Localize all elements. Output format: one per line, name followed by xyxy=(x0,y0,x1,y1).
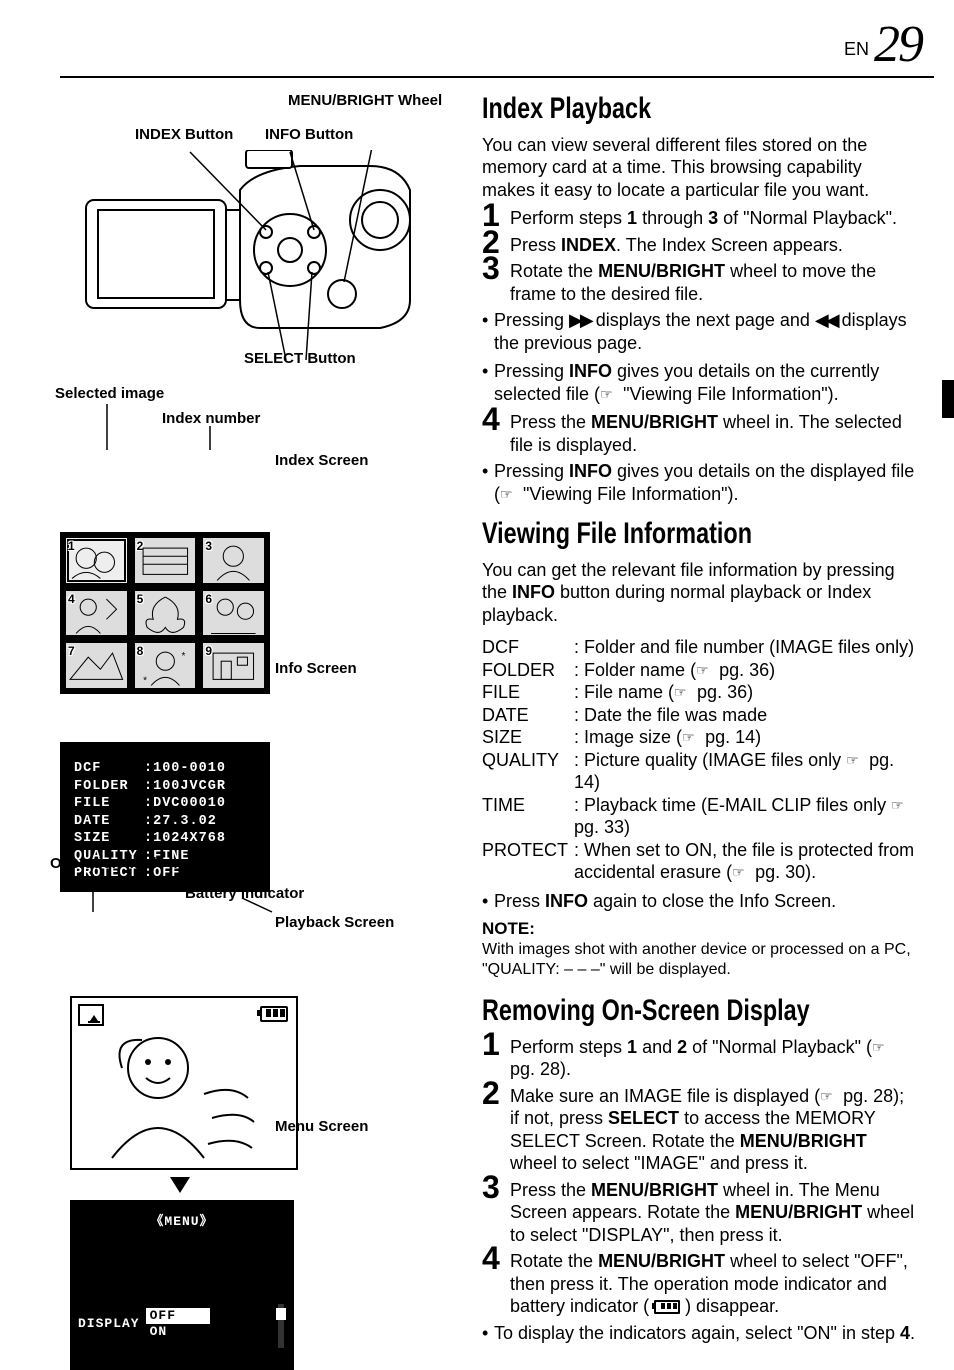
label-menu-bright: MENU/BRIGHT Wheel xyxy=(288,92,442,111)
playback-pointer-lines xyxy=(50,862,330,922)
reference-icon xyxy=(820,1091,838,1103)
rewind-icon: ◀◀ xyxy=(815,310,837,330)
thumbnail-3: 3 xyxy=(201,536,266,585)
reference-icon xyxy=(891,800,909,812)
label-info-button: INFO Button xyxy=(265,126,353,145)
reference-icon xyxy=(872,1042,890,1054)
menu-item-display: DISPLAY xyxy=(78,1316,140,1332)
s2-note: With images shot with another device or … xyxy=(482,940,916,980)
s3-step4: 4 Rotate the MENU/BRIGHT wheel to select… xyxy=(482,1250,916,1318)
reference-icon xyxy=(682,732,700,744)
reference-icon xyxy=(600,389,618,401)
header-rule xyxy=(60,76,934,78)
page-number: EN 29 xyxy=(844,12,922,77)
file-info-definitions: DCFFolder and file number (IMAGE files o… xyxy=(482,636,916,884)
reference-icon xyxy=(696,665,714,677)
s1-step2: 2 Press INDEX. The Index Screen appears. xyxy=(482,234,916,257)
section-tab xyxy=(942,380,954,418)
s1-step1: 1 Perform steps 1 through 3 of "Normal P… xyxy=(482,207,916,230)
thumbnail-4: 4 xyxy=(64,589,129,638)
menu-screen: 《MENU》 DISPLAY OFF ON xyxy=(70,1200,294,1370)
note-heading: NOTE: xyxy=(482,918,916,939)
thumbnail-9: 9 xyxy=(201,641,266,690)
s2-intro: You can get the relevant file informatio… xyxy=(482,559,916,627)
heading-viewing-file-info: Viewing File Information xyxy=(482,515,915,553)
reference-icon xyxy=(500,489,518,501)
menu-scrollbar xyxy=(278,1304,284,1348)
s1-intro: You can view several different files sto… xyxy=(482,134,916,202)
s1-bullet1: Pressing ▶▶ displays the next page and ◀… xyxy=(482,309,916,354)
heading-index-playback: Index Playback xyxy=(482,90,915,128)
playback-screen xyxy=(70,996,298,1170)
reference-icon xyxy=(732,867,750,879)
s3-step2: 2 Make sure an IMAGE file is displayed (… xyxy=(482,1085,916,1175)
camcorder-illustration xyxy=(80,150,420,390)
thumbnail-6: 6 xyxy=(201,589,266,638)
s1-bullet2: Pressing INFO gives you details on the c… xyxy=(482,360,916,405)
s1-step4: 4 Press the MENU/BRIGHT wheel in. The se… xyxy=(482,411,916,456)
heading-removing-osd: Removing On-Screen Display xyxy=(482,992,915,1030)
thumbnail-7: 7 xyxy=(64,641,129,690)
svg-text:*: * xyxy=(143,676,147,687)
thumbnail-5: 5 xyxy=(133,589,198,638)
svg-text:*: * xyxy=(181,652,185,663)
index-pointer-lines xyxy=(50,390,310,540)
playback-image xyxy=(72,998,296,1168)
s1-step3: 3 Rotate the MENU/BRIGHT wheel to move t… xyxy=(482,260,916,305)
s3-step1: 1 Perform steps 1 and 2 of "Normal Playb… xyxy=(482,1036,916,1081)
label-menu-screen: Menu Screen xyxy=(275,1118,368,1137)
label-index-button: INDEX Button xyxy=(135,126,233,145)
fast-forward-icon: ▶▶ xyxy=(569,310,591,330)
s3-bullet1: To display the indicators again, select … xyxy=(482,1322,916,1345)
thumbnail-8: 8 ** xyxy=(133,641,198,690)
s2-close: Press INFO again to close the Info Scree… xyxy=(482,890,916,913)
menu-option-off: OFF xyxy=(146,1308,210,1324)
menu-option-on: ON xyxy=(146,1324,210,1340)
label-info-screen: Info Screen xyxy=(275,660,357,679)
battery-inline-icon xyxy=(654,1300,680,1314)
reference-icon xyxy=(846,755,864,767)
s1-bullet3: Pressing INFO gives you details on the d… xyxy=(482,460,916,505)
down-arrow-icon xyxy=(170,1177,190,1193)
index-screen: 1 2 3 4 5 6 7 xyxy=(60,532,270,694)
s3-step3: 3 Press the MENU/BRIGHT wheel in. The Me… xyxy=(482,1179,916,1247)
reference-icon xyxy=(674,687,692,699)
thumbnail-2: 2 xyxy=(133,536,198,585)
thumbnail-1: 1 xyxy=(64,536,129,585)
